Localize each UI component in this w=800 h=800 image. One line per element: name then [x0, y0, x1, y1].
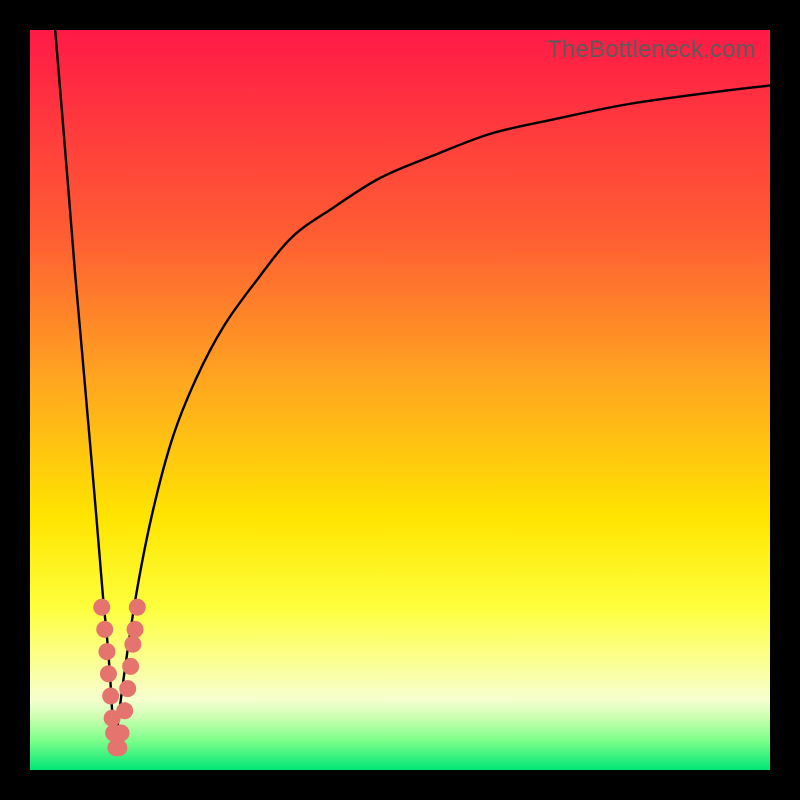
data-point — [102, 688, 119, 705]
data-point — [93, 599, 110, 616]
plot-area: TheBottleneck.com — [30, 30, 770, 770]
data-point — [119, 680, 136, 697]
curve-left-branch — [55, 30, 115, 748]
data-point — [124, 636, 141, 653]
data-point — [113, 725, 130, 742]
watermark-text: TheBottleneck.com — [547, 36, 756, 64]
data-point — [110, 739, 127, 756]
data-point — [116, 702, 133, 719]
data-point — [129, 599, 146, 616]
data-point — [98, 643, 115, 660]
chart-frame: TheBottleneck.com — [0, 0, 800, 800]
data-point — [100, 665, 117, 682]
data-point — [122, 658, 139, 675]
data-point — [96, 621, 113, 638]
data-point — [127, 621, 144, 638]
curve-right-branch — [115, 86, 770, 748]
chart-svg — [30, 30, 770, 770]
